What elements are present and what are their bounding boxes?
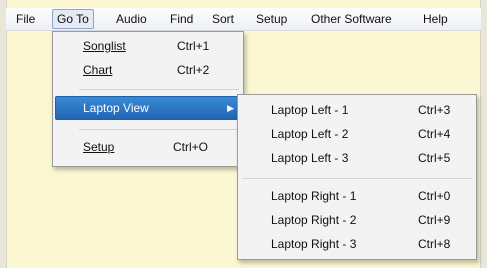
menu-item-setup[interactable]: Setup Ctrl+O [55, 136, 241, 158]
menu-item-label: Laptop View [83, 101, 149, 115]
menu-file[interactable]: File [12, 10, 39, 28]
menu-item-laptop-left-1[interactable]: Laptop Left - 1 Ctrl+3 [240, 99, 474, 121]
menu-separator [79, 89, 239, 90]
menu-item-label: Laptop Left - 3 [271, 151, 349, 165]
menu-item-songlist[interactable]: Songlist Ctrl+1 [55, 35, 241, 57]
menu-item-label: Laptop Right - 3 [271, 237, 357, 251]
menu-item-shortcut: Ctrl+1 [177, 39, 210, 53]
laptop-view-submenu: Laptop Left - 1 Ctrl+3 Laptop Left - 2 C… [237, 94, 477, 260]
menu-item-shortcut: Ctrl+4 [418, 127, 451, 141]
app-window: File Go To Audio Find Sort Setup Other S… [0, 0, 487, 268]
menu-item-laptop-right-1[interactable]: Laptop Right - 1 Ctrl+0 [240, 185, 474, 207]
menu-audio[interactable]: Audio [112, 10, 151, 28]
menu-setup[interactable]: Setup [252, 10, 291, 28]
window-border-right [480, 0, 487, 268]
menu-item-laptop-view[interactable]: Laptop View ▶ [55, 96, 241, 120]
menu-item-shortcut: Ctrl+3 [418, 103, 451, 117]
menu-item-laptop-right-2[interactable]: Laptop Right - 2 Ctrl+9 [240, 209, 474, 231]
menu-item-shortcut: Ctrl+5 [418, 151, 451, 165]
menu-item-label: Laptop Right - 1 [271, 189, 357, 203]
menu-item-shortcut: Ctrl+O [173, 140, 209, 154]
goto-dropdown-menu: Songlist Ctrl+1 Chart Ctrl+2 Laptop View… [52, 31, 244, 167]
menu-item-shortcut: Ctrl+9 [418, 213, 451, 227]
menu-other-software[interactable]: Other Software [307, 10, 396, 28]
menu-item-laptop-right-3[interactable]: Laptop Right - 3 Ctrl+8 [240, 233, 474, 255]
window-border-left [0, 0, 7, 268]
menu-separator [242, 178, 472, 179]
triangle-right-icon: ▶ [227, 103, 234, 113]
menu-item-label: Chart [83, 63, 113, 77]
menu-item-label: Laptop Left - 2 [271, 127, 349, 141]
menu-item-label: Laptop Left - 1 [271, 103, 349, 117]
menu-item-laptop-left-3[interactable]: Laptop Left - 3 Ctrl+5 [240, 147, 474, 169]
menu-item-label: Songlist [83, 39, 126, 53]
menu-item-label: Setup [83, 140, 115, 154]
menu-item-shortcut: Ctrl+2 [177, 63, 210, 77]
menu-find[interactable]: Find [166, 10, 197, 28]
menu-item-chart[interactable]: Chart Ctrl+2 [55, 59, 241, 81]
menu-item-laptop-left-2[interactable]: Laptop Left - 2 Ctrl+4 [240, 123, 474, 145]
menu-go-to[interactable]: Go To [52, 9, 94, 29]
menu-sort[interactable]: Sort [208, 10, 238, 28]
menu-bar: File Go To Audio Find Sort Setup Other S… [6, 8, 481, 31]
menu-item-shortcut: Ctrl+0 [418, 189, 451, 203]
menu-item-label: Laptop Right - 2 [271, 213, 357, 227]
menu-item-shortcut: Ctrl+8 [418, 237, 451, 251]
menu-separator [79, 129, 239, 130]
menu-help[interactable]: Help [419, 10, 452, 28]
